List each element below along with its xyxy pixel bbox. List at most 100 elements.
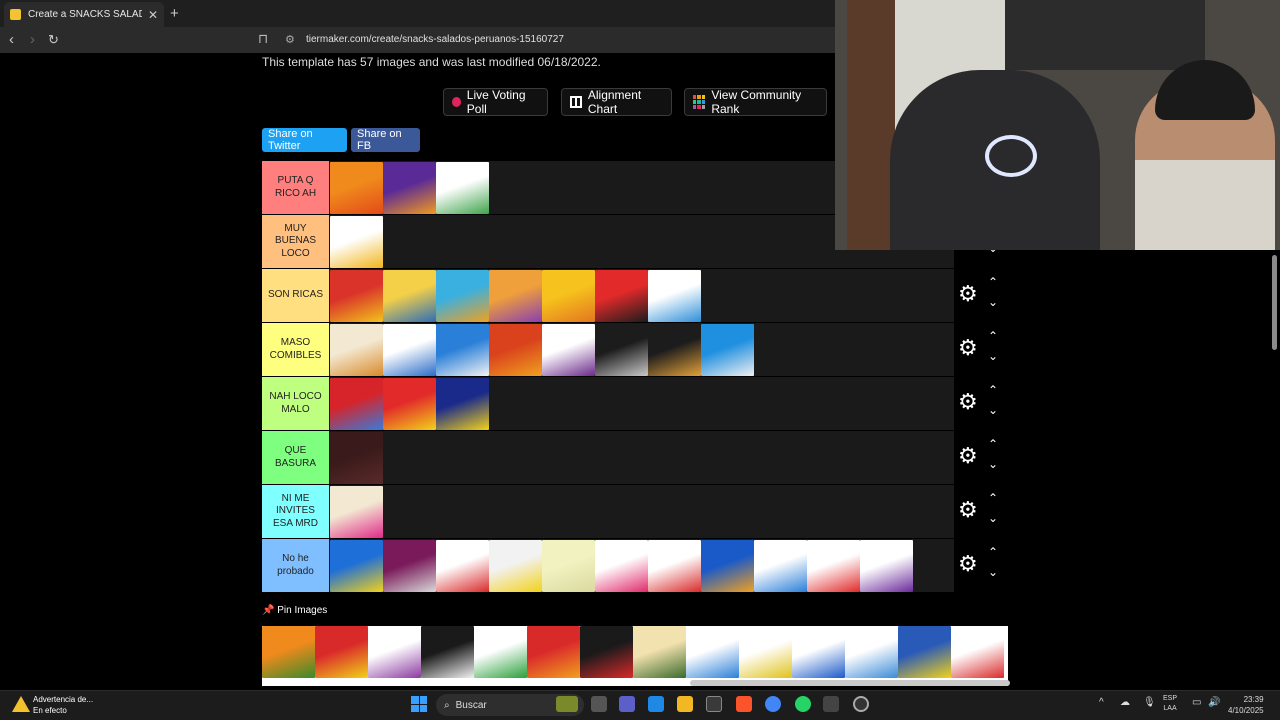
snack-image[interactable] [845, 626, 898, 678]
back-icon[interactable]: ‹ [9, 31, 14, 48]
snack-image[interactable] [436, 270, 489, 322]
snack-image[interactable] [542, 270, 595, 322]
pin-images-label[interactable]: 📌 Pin Images [262, 605, 327, 616]
share-fb-button[interactable]: Share on FB [351, 128, 420, 152]
tier-label[interactable]: QUE BASURA [262, 431, 329, 484]
brave-icon[interactable] [736, 696, 752, 712]
snack-image[interactable] [436, 324, 489, 376]
snack-image[interactable] [315, 626, 368, 678]
snack-image[interactable] [701, 324, 754, 376]
snack-image[interactable] [595, 270, 648, 322]
tier-label[interactable]: NI ME INVITES ESA MRD [262, 485, 329, 538]
snack-image[interactable] [489, 324, 542, 376]
snack-image[interactable] [262, 626, 315, 678]
chevron-down-icon[interactable]: ⌄ [988, 457, 998, 471]
snack-image[interactable] [648, 540, 701, 592]
gear-icon[interactable]: ⚙ [958, 553, 978, 575]
copilot-icon[interactable] [648, 696, 664, 712]
volume-icon[interactable]: 🔊 [1208, 697, 1220, 708]
task-view-icon[interactable] [591, 696, 607, 712]
address-bar[interactable]: tiermaker.com/create/snacks-salados-peru… [306, 34, 564, 45]
chevron-down-icon[interactable]: ⌄ [988, 565, 998, 579]
chevron-down-icon[interactable]: ⌄ [988, 349, 998, 363]
snack-image[interactable] [330, 216, 383, 268]
snack-image[interactable] [330, 162, 383, 214]
display-icon[interactable]: ▭ [1192, 697, 1201, 708]
bookmark-icon[interactable]: ⊓ [258, 31, 268, 47]
share-twitter-button[interactable]: Share on Twitter [262, 128, 347, 152]
chevron-up-icon[interactable]: ⌃ [988, 329, 998, 343]
snack-image[interactable] [474, 626, 527, 678]
snack-image[interactable] [383, 540, 436, 592]
vertical-scrollbar[interactable] [1272, 255, 1277, 350]
tier-label[interactable]: MASO COMIBLES [262, 323, 329, 376]
snack-image[interactable] [542, 324, 595, 376]
warning-icon[interactable] [12, 696, 30, 712]
snack-image[interactable] [330, 486, 383, 538]
horizontal-scrollbar[interactable] [690, 680, 1010, 686]
snack-image[interactable] [436, 162, 489, 214]
obs-icon[interactable] [853, 696, 869, 712]
snack-image[interactable] [383, 270, 436, 322]
chevron-up-icon[interactable]: ⌃ [988, 545, 998, 559]
app-icon[interactable] [823, 696, 839, 712]
snack-image[interactable] [421, 626, 474, 678]
chevron-up-icon[interactable]: ⌃ [988, 383, 998, 397]
chevron-up-icon[interactable]: ⌃ [988, 491, 998, 505]
chevron-down-icon[interactable]: ⌄ [988, 511, 998, 525]
snack-image[interactable] [595, 540, 648, 592]
language-indicator[interactable]: ESP LAA [1163, 694, 1177, 714]
snack-image[interactable] [330, 324, 383, 376]
snack-image[interactable] [701, 540, 754, 592]
snack-image[interactable] [330, 378, 383, 430]
chevron-down-icon[interactable]: ⌄ [988, 403, 998, 417]
snack-image[interactable] [542, 540, 595, 592]
widget-icon[interactable] [556, 696, 578, 712]
snack-image[interactable] [330, 540, 383, 592]
snack-image[interactable] [489, 540, 542, 592]
live-voting-button[interactable]: Live Voting Poll [443, 88, 548, 116]
snack-image[interactable] [580, 626, 633, 678]
warning-notification[interactable]: Advertencia de... En efecto [33, 694, 93, 716]
snack-image[interactable] [383, 162, 436, 214]
whatsapp-icon[interactable] [795, 696, 811, 712]
snack-image[interactable] [951, 626, 1004, 678]
tier-label[interactable]: No he probado [262, 539, 329, 592]
tier-label[interactable]: SON RICAS [262, 269, 329, 322]
snack-image[interactable] [436, 378, 489, 430]
snack-image[interactable] [595, 324, 648, 376]
snack-image[interactable] [330, 432, 383, 484]
tier-label[interactable]: MUY BUENAS LOCO [262, 215, 329, 268]
snack-image[interactable] [330, 270, 383, 322]
windows-start-icon[interactable] [411, 696, 427, 712]
community-rank-button[interactable]: View Community Rank [684, 88, 827, 116]
teams-icon[interactable] [619, 696, 635, 712]
chevron-up-icon[interactable]: ⌃ [988, 275, 998, 289]
new-tab-icon[interactable]: + [170, 5, 179, 22]
tray-chevron-up-icon[interactable]: ^ [1099, 697, 1104, 708]
gear-icon[interactable]: ⚙ [958, 283, 978, 305]
reload-icon[interactable]: ↻ [48, 32, 59, 48]
store-icon[interactable] [706, 696, 722, 712]
snack-image[interactable] [648, 324, 701, 376]
snack-image[interactable] [754, 540, 807, 592]
snack-image[interactable] [436, 540, 489, 592]
site-info-icon[interactable]: ⚙ [285, 33, 295, 46]
gear-icon[interactable]: ⚙ [958, 499, 978, 521]
snack-image[interactable] [898, 626, 951, 678]
snack-image[interactable] [383, 378, 436, 430]
snack-image[interactable] [686, 626, 739, 678]
gear-icon[interactable]: ⚙ [958, 391, 978, 413]
chevron-down-icon[interactable]: ⌄ [988, 295, 998, 309]
browser-tab[interactable]: Create a SNACKS SALADOS PER ✕ [4, 2, 164, 27]
alignment-chart-button[interactable]: Alignment Chart [561, 88, 672, 116]
snack-image[interactable] [792, 626, 845, 678]
system-clock[interactable]: 23:39 4/10/2025 [1228, 694, 1264, 716]
gear-icon[interactable]: ⚙ [958, 445, 978, 467]
microphone-icon[interactable]: 🎙 [1143, 697, 1156, 708]
tier-label[interactable]: NAH LOCO MALO [262, 377, 329, 430]
close-tab-icon[interactable]: ✕ [148, 8, 158, 22]
chrome-icon[interactable] [765, 696, 781, 712]
cloud-icon[interactable]: ☁ [1120, 697, 1130, 708]
snack-image[interactable] [633, 626, 686, 678]
